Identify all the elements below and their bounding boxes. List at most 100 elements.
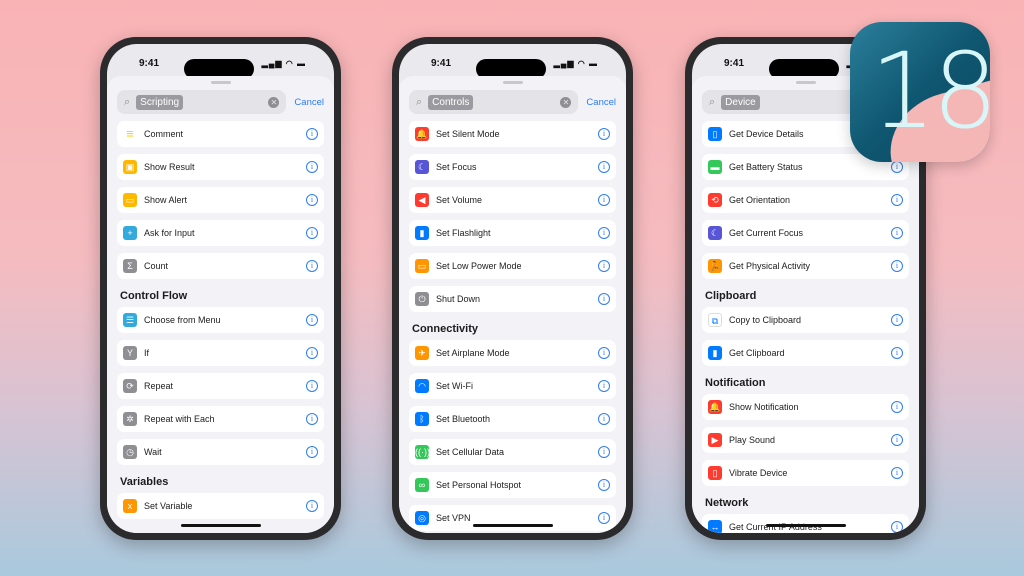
list-item[interactable]: ▭ Set Low Power Mode i (409, 253, 616, 279)
repeat-each-icon: ✲ (123, 412, 137, 426)
ask-input-icon: + (123, 226, 137, 240)
info-icon[interactable]: i (598, 227, 610, 239)
list-item[interactable]: Y If i (117, 340, 324, 366)
list-item[interactable]: + Ask for Input i (117, 220, 324, 246)
list-item[interactable]: ▭ Show Alert i (117, 187, 324, 213)
info-icon[interactable]: i (891, 347, 903, 359)
info-icon[interactable]: i (891, 314, 903, 326)
list-item[interactable]: 🔔 Set Silent Mode i (409, 121, 616, 147)
sheet-handle[interactable] (795, 81, 816, 84)
list-item[interactable]: ⟳ Repeat i (117, 373, 324, 399)
home-indicator[interactable] (180, 524, 261, 527)
info-icon[interactable]: i (891, 434, 903, 446)
list-item[interactable]: ⧉ Copy to Clipboard i (702, 307, 909, 333)
info-icon[interactable]: i (306, 260, 318, 272)
info-icon[interactable]: i (306, 500, 318, 512)
clear-icon[interactable]: ✕ (560, 96, 572, 108)
list-item[interactable]: ▶ Play Sound i (702, 427, 909, 453)
vibrate-icon: ▯ (708, 466, 722, 480)
info-icon[interactable]: i (306, 446, 318, 458)
info-icon[interactable]: i (598, 413, 610, 425)
info-icon[interactable]: i (306, 380, 318, 392)
info-icon[interactable]: i (891, 227, 903, 239)
list-item[interactable]: Σ Count i (117, 253, 324, 279)
clipboard-icon: ▮ (708, 346, 722, 360)
action-list: ≡ Comment i ▣ Show Result i ▭ Show Alert i + Ask f… (117, 121, 324, 519)
search-token[interactable]: Controls (428, 94, 474, 110)
battery-icon: ▬ (708, 160, 722, 174)
list-item[interactable]: ▮ Get Clipboard i (702, 340, 909, 366)
home-indicator[interactable] (472, 524, 553, 527)
list-item[interactable]: ◠ Set Wi-Fi i (409, 373, 616, 399)
section-header: Connectivity (412, 323, 479, 335)
search-row: ⌕ Scripting ✕ Cancel (117, 90, 324, 114)
info-icon[interactable]: i (891, 194, 903, 206)
info-icon[interactable]: i (891, 260, 903, 272)
info-icon[interactable]: i (891, 467, 903, 479)
list-item[interactable]: 🔔 Show Notification i (702, 394, 909, 420)
search-input[interactable]: ⌕ Device (702, 90, 872, 114)
list-item[interactable]: ((·)) Set Cellular Data i (409, 439, 616, 465)
cancel-button[interactable]: Cancel (586, 97, 616, 108)
search-token[interactable]: Device (721, 94, 760, 110)
speaker-icon: ◀ (415, 193, 429, 207)
info-icon[interactable]: i (306, 314, 318, 326)
list-item[interactable]: ☾ Get Current Focus i (702, 220, 909, 246)
list-item[interactable]: ☾ Set Focus i (409, 154, 616, 180)
info-icon[interactable]: i (306, 128, 318, 140)
list-item[interactable]: ✈ Set Airplane Mode i (409, 340, 616, 366)
info-icon[interactable]: i (598, 479, 610, 491)
item-label: Get Clipboard (729, 348, 785, 358)
moon-icon: ☾ (415, 160, 429, 174)
info-icon[interactable]: i (891, 521, 903, 533)
list-item[interactable]: ⏻ Shut Down i (409, 286, 616, 312)
info-icon[interactable]: i (306, 227, 318, 239)
info-icon[interactable]: i (306, 347, 318, 359)
list-item[interactable]: 🏃 Get Physical Activity i (702, 253, 909, 279)
play-icon: ▶ (708, 433, 722, 447)
item-label: Wait (144, 447, 162, 457)
list-item[interactable]: x Set Variable i (117, 493, 324, 519)
clear-icon[interactable]: ✕ (268, 96, 280, 108)
info-icon[interactable]: i (306, 194, 318, 206)
info-icon[interactable]: i (598, 347, 610, 359)
item-label: Show Notification (729, 402, 799, 412)
info-icon[interactable]: i (598, 161, 610, 173)
info-icon[interactable]: i (598, 380, 610, 392)
search-token[interactable]: Scripting (136, 94, 184, 110)
info-icon[interactable]: i (598, 128, 610, 140)
home-indicator[interactable] (765, 524, 846, 527)
action-sheet: ⌕ Scripting ✕ Cancel ≡ Comment i ▣ Show Result i ▭… (107, 76, 334, 533)
list-item[interactable]: ≡ Comment i (117, 121, 324, 147)
list-item[interactable]: ▯ Vibrate Device i (702, 460, 909, 486)
list-item[interactable]: ◎ Set VPN i (409, 505, 616, 531)
list-item[interactable]: ◀ Set Volume i (409, 187, 616, 213)
sheet-handle[interactable] (210, 81, 231, 84)
sheet-handle[interactable] (502, 81, 523, 84)
show-alert-icon: ▭ (123, 193, 137, 207)
status-time: 9:41 (431, 58, 452, 69)
list-item[interactable]: ⟲ Get Orientation i (702, 187, 909, 213)
info-icon[interactable]: i (598, 194, 610, 206)
list-item[interactable]: ▣ Show Result i (117, 154, 324, 180)
activity-icon: 🏃 (708, 259, 722, 273)
list-item[interactable]: ☰ Choose from Menu i (117, 307, 324, 333)
info-icon[interactable]: i (891, 401, 903, 413)
branch-icon: Y (123, 346, 137, 360)
info-icon[interactable]: i (306, 413, 318, 425)
list-item[interactable]: ᛒ Set Bluetooth i (409, 406, 616, 432)
list-item[interactable]: ◷ Wait i (117, 439, 324, 465)
info-icon[interactable]: i (598, 293, 610, 305)
list-item[interactable]: ∞ Set Personal Hotspot i (409, 472, 616, 498)
list-item[interactable]: ✲ Repeat with Each i (117, 406, 324, 432)
list-item[interactable]: ▮ Set Flashlight i (409, 220, 616, 246)
info-icon[interactable]: i (598, 446, 610, 458)
cancel-button[interactable]: Cancel (294, 97, 324, 108)
search-input[interactable]: ⌕ Scripting ✕ (117, 90, 287, 114)
info-icon[interactable]: i (891, 161, 903, 173)
info-icon[interactable]: i (306, 161, 318, 173)
info-icon[interactable]: i (598, 512, 610, 524)
info-icon[interactable]: i (598, 260, 610, 272)
repeat-icon: ⟳ (123, 379, 137, 393)
search-input[interactable]: ⌕ Controls ✕ (409, 90, 579, 114)
